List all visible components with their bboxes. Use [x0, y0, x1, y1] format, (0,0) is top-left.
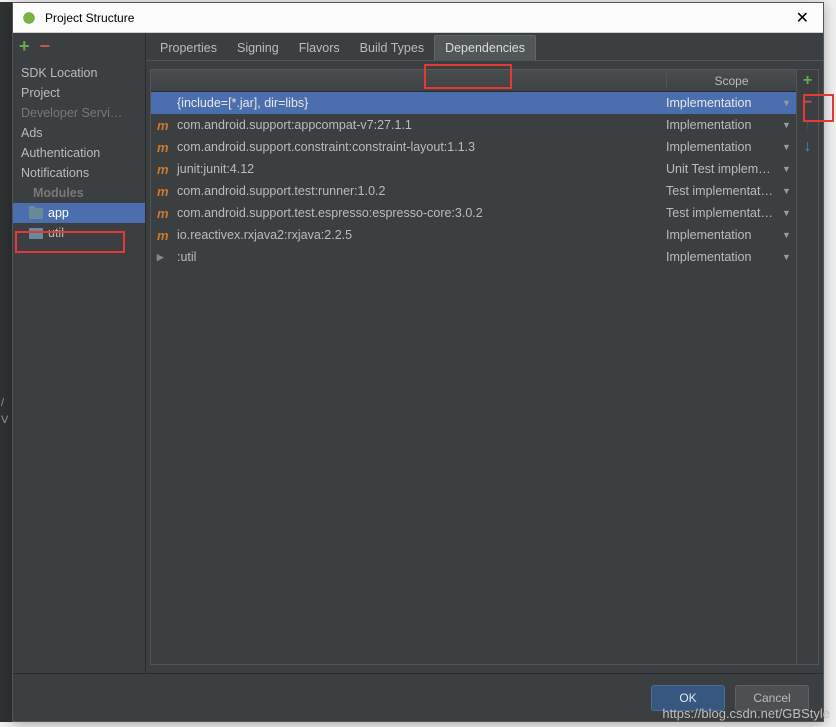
hint-char: / [1, 397, 4, 409]
tab-build-types[interactable]: Build Types [350, 36, 434, 60]
sidebar-item-app[interactable]: app [13, 203, 145, 223]
module-icon [29, 228, 43, 239]
folder-icon [29, 208, 43, 219]
dep-scope[interactable]: Test implementat… [666, 206, 782, 220]
chevron-down-icon[interactable]: ▼ [782, 230, 796, 240]
table-body: {include=[*.jar], dir=libs} Implementati… [151, 92, 796, 664]
tab-signing[interactable]: Signing [227, 36, 289, 60]
sidebar-item-project[interactable]: Project [13, 83, 145, 103]
tab-dependencies[interactable]: Dependencies [434, 35, 536, 60]
table-tools: + − ↑ ↓ [796, 70, 818, 664]
chevron-down-icon[interactable]: ▼ [782, 186, 796, 196]
dep-name: {include=[*.jar], dir=libs} [177, 96, 666, 110]
tab-flavors[interactable]: Flavors [289, 36, 350, 60]
chevron-down-icon[interactable]: ▼ [782, 120, 796, 130]
dep-name: com.android.support:appcompat-v7:27.1.1 [177, 118, 666, 132]
module-label: app [48, 206, 69, 220]
titlebar[interactable]: Project Structure ✕ [13, 3, 823, 33]
column-scope[interactable]: Scope [666, 74, 796, 88]
table-header: Scope [151, 70, 796, 92]
move-down-icon[interactable]: ↓ [799, 138, 817, 156]
sidebar-item-util[interactable]: util [13, 223, 145, 243]
table-row[interactable]: m com.android.support.test.espresso:espr… [151, 202, 796, 224]
remove-dependency-icon[interactable]: − [799, 94, 817, 112]
maven-icon: m [157, 184, 171, 199]
dep-scope[interactable]: Implementation [666, 228, 782, 242]
sidebar-header-modules: Modules [13, 183, 145, 203]
dep-name: :util [177, 250, 666, 264]
table-row[interactable]: {include=[*.jar], dir=libs} Implementati… [151, 92, 796, 114]
dep-scope[interactable]: Implementation [666, 250, 782, 264]
table-row[interactable]: ▸ :util Implementation ▼ [151, 246, 796, 268]
sidebar-list: SDK Location Project Developer Servi… Ad… [13, 59, 145, 673]
chevron-down-icon[interactable]: ▼ [782, 98, 796, 108]
maven-icon: m [157, 228, 171, 243]
dep-scope[interactable]: Unit Test implem… [666, 162, 782, 176]
maven-icon: m [157, 206, 171, 221]
maven-icon: m [157, 118, 171, 133]
sidebar-item-developer-services[interactable]: Developer Servi… [13, 103, 145, 123]
sidebar-toolbar: + − [13, 33, 145, 59]
dep-name: com.android.support.constraint:constrain… [177, 140, 666, 154]
chevron-down-icon[interactable]: ▼ [782, 142, 796, 152]
chevron-down-icon[interactable]: ▼ [782, 208, 796, 218]
dep-scope[interactable]: Implementation [666, 96, 782, 110]
sidebar-item-authentication[interactable]: Authentication [13, 143, 145, 163]
add-module-icon[interactable]: + [19, 37, 30, 55]
chevron-down-icon[interactable]: ▼ [782, 252, 796, 262]
close-icon[interactable]: ✕ [790, 8, 815, 28]
maven-icon: m [157, 140, 171, 155]
editor-gutter: / V [0, 2, 12, 722]
table-row[interactable]: m io.reactivex.rxjava2:rxjava:2.2.5 Impl… [151, 224, 796, 246]
android-studio-icon [21, 10, 37, 26]
sidebar: + − SDK Location Project Developer Servi… [13, 33, 146, 673]
table-row[interactable]: m junit:junit:4.12 Unit Test implem… ▼ [151, 158, 796, 180]
module-label: util [48, 226, 64, 240]
table-row[interactable]: m com.android.support.test:runner:1.0.2 … [151, 180, 796, 202]
chevron-down-icon[interactable]: ▼ [782, 164, 796, 174]
table-row[interactable]: m com.android.support:appcompat-v7:27.1.… [151, 114, 796, 136]
tab-properties[interactable]: Properties [150, 36, 227, 60]
sidebar-item-notifications[interactable]: Notifications [13, 163, 145, 183]
sidebar-item-ads[interactable]: Ads [13, 123, 145, 143]
watermark: https://blog.csdn.net/GBStyle [662, 706, 830, 721]
module-dep-icon: ▸ [157, 249, 171, 265]
maven-icon: m [157, 162, 171, 177]
dependencies-table: Scope {include=[*.jar], dir=libs} Implem… [150, 69, 819, 665]
dep-scope[interactable]: Implementation [666, 118, 782, 132]
dep-name: junit:junit:4.12 [177, 162, 666, 176]
window-title: Project Structure [45, 11, 134, 25]
hint-char: V [1, 414, 8, 426]
tabs: Properties Signing Flavors Build Types D… [146, 33, 823, 61]
dep-scope[interactable]: Test implementat… [666, 184, 782, 198]
dep-name: com.android.support.test:runner:1.0.2 [177, 184, 666, 198]
remove-module-icon[interactable]: − [40, 37, 51, 55]
project-structure-dialog: Project Structure ✕ + − SDK Location Pro… [12, 2, 824, 722]
dep-name: com.android.support.test.espresso:espres… [177, 206, 666, 220]
dep-name: io.reactivex.rxjava2:rxjava:2.2.5 [177, 228, 666, 242]
dep-scope[interactable]: Implementation [666, 140, 782, 154]
add-dependency-icon[interactable]: + [799, 72, 817, 90]
sidebar-item-sdk-location[interactable]: SDK Location [13, 63, 145, 83]
move-up-icon[interactable]: ↑ [799, 116, 817, 134]
content-pane: Properties Signing Flavors Build Types D… [146, 33, 823, 673]
table-row[interactable]: m com.android.support.constraint:constra… [151, 136, 796, 158]
